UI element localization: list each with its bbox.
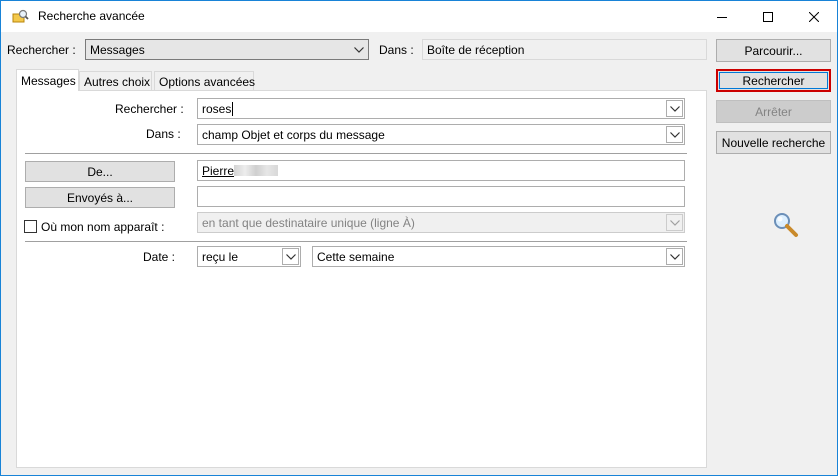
- browse-button[interactable]: Parcourir...: [716, 39, 831, 62]
- date-type-select[interactable]: reçu le: [197, 246, 301, 267]
- stop-button[interactable]: Arrêter: [716, 100, 831, 123]
- search-in-select[interactable]: champ Objet et corps du message: [197, 124, 685, 145]
- date-label: Date :: [143, 250, 176, 264]
- title-bar[interactable]: Recherche avancée: [1, 1, 837, 32]
- search-for-combo[interactable]: roses: [197, 98, 685, 119]
- maximize-icon: [763, 11, 773, 22]
- where-my-name-value: en tant que destinataire unique (ligne À…: [202, 216, 415, 230]
- window-title: Recherche avancée: [38, 9, 145, 23]
- divider: [25, 241, 687, 242]
- search-in-label: Dans :: [146, 127, 181, 141]
- search-type-label: Rechercher :: [7, 43, 76, 57]
- search-for-value: roses: [202, 102, 232, 116]
- folder-value: Boîte de réception: [427, 43, 525, 57]
- from-button[interactable]: De...: [25, 161, 175, 182]
- find-now-button[interactable]: Rechercher: [716, 69, 831, 92]
- divider: [25, 153, 687, 154]
- chevron-down-icon: [666, 126, 683, 143]
- minimize-button[interactable]: [699, 1, 745, 32]
- where-my-name-select[interactable]: en tant que destinataire unique (ligne À…: [197, 212, 685, 233]
- folder-label: Dans :: [379, 43, 414, 57]
- from-input[interactable]: Pierre: [197, 160, 685, 181]
- chevron-down-icon: [666, 214, 683, 231]
- chevron-down-icon: [666, 248, 683, 265]
- sent-to-input[interactable]: [197, 186, 685, 207]
- tab-messages[interactable]: Messages: [16, 69, 79, 91]
- date-type-value: reçu le: [202, 250, 239, 264]
- sent-to-button[interactable]: Envoyés à...: [25, 187, 175, 208]
- where-my-name-label: Où mon nom apparaît :: [41, 220, 165, 234]
- tab-more-choices[interactable]: Autres choix: [79, 71, 152, 92]
- minimize-icon: [717, 16, 727, 18]
- folder-field: Boîte de réception: [422, 39, 707, 60]
- search-in-value: champ Objet et corps du message: [202, 128, 385, 142]
- chevron-down-icon: [282, 248, 299, 265]
- close-icon: [809, 11, 819, 22]
- from-value: Pierre: [202, 164, 235, 178]
- maximize-button[interactable]: [745, 1, 791, 32]
- text-caret: [232, 102, 234, 116]
- redacted-name: [234, 165, 279, 176]
- search-type-value: Messages: [90, 43, 145, 57]
- date-range-value: Cette semaine: [317, 250, 395, 264]
- where-my-name-checkbox[interactable]: [24, 220, 37, 233]
- messages-tab-panel: [16, 90, 707, 468]
- advanced-find-window: Recherche avancée Rechercher : Messages …: [0, 0, 838, 476]
- magnifier-icon: [772, 211, 800, 239]
- search-type-select[interactable]: Messages: [85, 39, 369, 60]
- new-search-button[interactable]: Nouvelle recherche: [716, 131, 831, 154]
- close-button[interactable]: [791, 1, 837, 32]
- chevron-down-icon: [350, 41, 367, 58]
- tab-advanced[interactable]: Options avancées: [154, 71, 255, 92]
- date-range-select[interactable]: Cette semaine: [312, 246, 685, 267]
- search-for-label: Rechercher :: [115, 102, 184, 116]
- search-folder-icon: [12, 9, 29, 25]
- chevron-down-icon[interactable]: [666, 100, 683, 117]
